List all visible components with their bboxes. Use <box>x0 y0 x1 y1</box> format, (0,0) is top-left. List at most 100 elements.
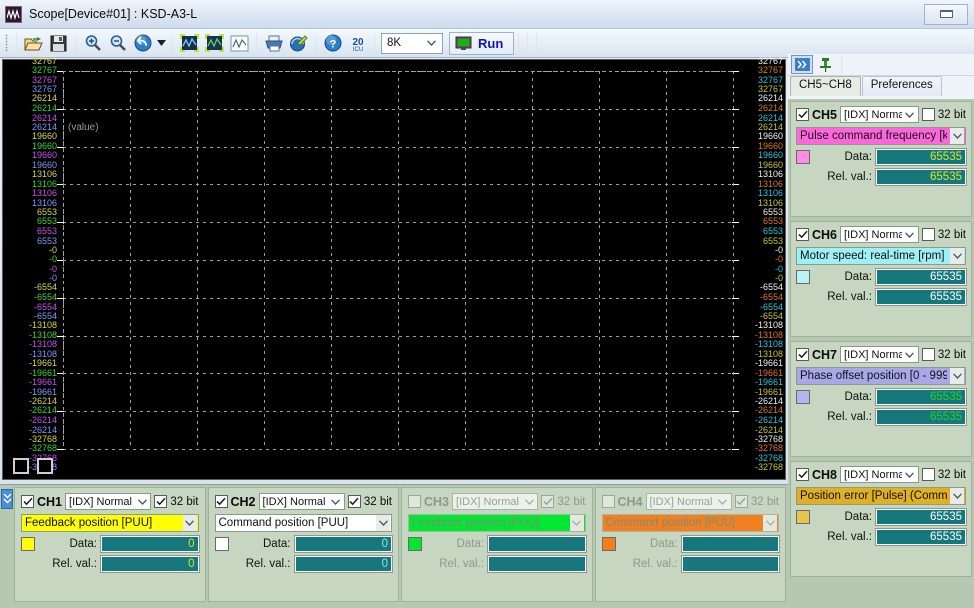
pin-icon[interactable] <box>814 55 836 74</box>
chevron-down-icon[interactable] <box>950 488 964 504</box>
tab-ch5-ch8[interactable]: CH5~CH8 <box>790 76 861 96</box>
channel-enable-checkbox-ch2[interactable] <box>214 495 228 508</box>
save-file-icon[interactable] <box>46 31 71 55</box>
bit32-checkbox-ch3[interactable] <box>541 495 555 508</box>
idx-mode-select-ch8[interactable]: [IDX] Normal <box>840 466 919 483</box>
chevron-down-icon[interactable] <box>903 347 917 362</box>
bit32-checkbox-ch5[interactable] <box>921 108 935 121</box>
channel-enable-checkbox-ch7[interactable] <box>796 348 809 361</box>
data-value-field-ch4[interactable] <box>680 535 780 553</box>
channel-enable-checkbox-ch1[interactable] <box>21 495 34 508</box>
chevron-down-icon[interactable] <box>522 494 536 509</box>
signal-select-ch2[interactable]: Command position [PUU] <box>214 514 392 532</box>
data-value-field-ch5[interactable]: 65535 <box>875 148 967 166</box>
bit32-checkbox-ch1[interactable] <box>154 495 168 508</box>
tab-preferences[interactable]: Preferences <box>861 76 942 96</box>
chart-plot-area[interactable] <box>57 71 739 450</box>
rel-value-field-ch2[interactable]: 0 <box>293 555 393 573</box>
channel-enable-checkbox-ch5[interactable] <box>796 108 809 121</box>
chevron-down-icon[interactable] <box>763 515 777 531</box>
bit32-checkbox-ch4[interactable] <box>734 495 748 508</box>
signal-select-ch7[interactable]: Phase offset position [0 - 9999] <box>796 367 966 385</box>
channel-enable-checkbox-ch4[interactable] <box>601 495 615 508</box>
chevron-down-icon[interactable] <box>376 515 390 531</box>
rel-value-field-ch6[interactable]: 65535 <box>875 288 967 306</box>
data-value-field-ch8[interactable]: 65535 <box>875 508 967 526</box>
signal-select-ch6[interactable]: Motor speed: real-time [rpm] <box>796 247 966 265</box>
rel-value-field-ch1[interactable]: 0 <box>100 555 200 573</box>
idx-mode-select-ch5[interactable]: [IDX] Normal <box>840 106 919 123</box>
waveform-view-icon[interactable] <box>227 31 252 55</box>
bit32-checkbox-ch2[interactable] <box>347 495 361 508</box>
run-button[interactable]: Run <box>449 31 515 55</box>
data-value-field-ch6[interactable]: 65535 <box>875 268 967 286</box>
bit32-checkbox-ch7[interactable] <box>921 348 935 361</box>
chevron-down-icon[interactable] <box>950 248 964 264</box>
toolbar-grip[interactable] <box>5 34 8 52</box>
color-swatch-ch6[interactable] <box>796 270 810 284</box>
zoom-in-icon[interactable] <box>80 31 105 55</box>
undo-dropdown-icon[interactable] <box>155 31 168 55</box>
idx-mode-select-ch6[interactable]: [IDX] Normal <box>840 226 919 243</box>
undo-icon[interactable] <box>130 31 155 55</box>
color-swatch-ch8[interactable] <box>796 510 810 524</box>
expand-panel-icon[interactable] <box>791 55 813 74</box>
idx-mode-select-ch2[interactable]: [IDX] Normal <box>258 493 345 510</box>
signal-select-ch1[interactable]: Feedback position [PUU] <box>21 514 199 532</box>
signal-select-ch3[interactable]: Feedback position [PUU] <box>408 514 586 532</box>
axis-tick-group: 26214 26214 26214 26214 <box>758 94 783 132</box>
fit-waveform-green-icon[interactable] <box>202 31 227 55</box>
chart-toggle-button-2[interactable] <box>37 458 53 474</box>
idx-mode-select-ch7[interactable]: [IDX] Normal <box>840 346 919 363</box>
chevron-down-icon[interactable] <box>950 128 964 144</box>
idx-mode-select-ch1[interactable]: [IDX] Normal <box>65 493 152 510</box>
export-icon[interactable] <box>286 31 311 55</box>
sample-size-select[interactable]: 8K <box>381 32 443 54</box>
color-swatch-ch5[interactable] <box>796 150 810 164</box>
rel-value-field-ch7[interactable]: 65535 <box>875 408 967 426</box>
data-value-field-ch1[interactable]: 0 <box>100 535 200 553</box>
twenty-icu-icon[interactable]: 20 ICU <box>345 31 370 55</box>
data-value-field-ch3[interactable] <box>487 535 587 553</box>
help-icon[interactable]: ? <box>320 31 345 55</box>
collapse-down-icon[interactable] <box>1 489 13 509</box>
color-swatch-ch7[interactable] <box>796 390 810 404</box>
color-swatch-ch3[interactable] <box>408 537 422 551</box>
rel-value-field-ch5[interactable]: 65535 <box>875 168 967 186</box>
minimize-button[interactable] <box>924 3 968 25</box>
data-value-field-ch2[interactable]: 0 <box>293 535 393 553</box>
signal-select-ch5[interactable]: Pulse command frequency [kHz] <box>796 127 966 145</box>
chart-toggle-button-1[interactable] <box>13 458 29 474</box>
fit-waveform-blue-icon[interactable] <box>177 31 202 55</box>
chevron-down-icon[interactable] <box>329 494 343 509</box>
color-swatch-ch4[interactable] <box>601 537 616 551</box>
rel-value-field-ch8[interactable]: 65535 <box>875 528 967 546</box>
chevron-down-icon[interactable] <box>950 368 964 384</box>
chevron-down-icon[interactable] <box>182 515 197 531</box>
signal-select-ch4[interactable]: Command position [PUU] <box>601 514 779 532</box>
axis-tick-group: -26214 -26214 -26214 -26214 <box>755 396 783 435</box>
data-value-field-ch7[interactable]: 65535 <box>875 388 967 406</box>
open-file-icon[interactable] <box>21 31 46 55</box>
color-swatch-ch1[interactable] <box>21 537 35 551</box>
rel-value-field-ch3[interactable] <box>487 555 587 573</box>
idx-mode-select-ch4[interactable]: [IDX] Normal <box>645 493 732 510</box>
color-swatch-ch2[interactable] <box>214 537 229 551</box>
bit32-checkbox-ch8[interactable] <box>921 468 935 481</box>
channel-enable-checkbox-ch3[interactable] <box>408 495 421 508</box>
chevron-down-icon[interactable] <box>716 494 730 509</box>
idx-mode-select-ch3[interactable]: [IDX] Normal <box>452 493 539 510</box>
zoom-out-icon[interactable] <box>105 31 130 55</box>
chevron-down-icon[interactable] <box>569 515 584 531</box>
chevron-down-icon[interactable] <box>903 227 917 242</box>
channel-enable-checkbox-ch6[interactable] <box>796 228 809 241</box>
print-icon[interactable] <box>261 31 286 55</box>
chevron-down-icon[interactable] <box>135 494 149 509</box>
scope-chart[interactable]: 32767 32767 32767 32767 26214 26214 26214 26214… <box>2 56 786 480</box>
bit32-checkbox-ch6[interactable] <box>921 228 935 241</box>
signal-select-ch8[interactable]: Position error [Pulse] (Command <box>796 487 966 505</box>
rel-value-field-ch4[interactable] <box>680 555 780 573</box>
chevron-down-icon[interactable] <box>903 107 917 122</box>
chevron-down-icon[interactable] <box>903 467 917 482</box>
channel-enable-checkbox-ch8[interactable] <box>796 468 809 481</box>
